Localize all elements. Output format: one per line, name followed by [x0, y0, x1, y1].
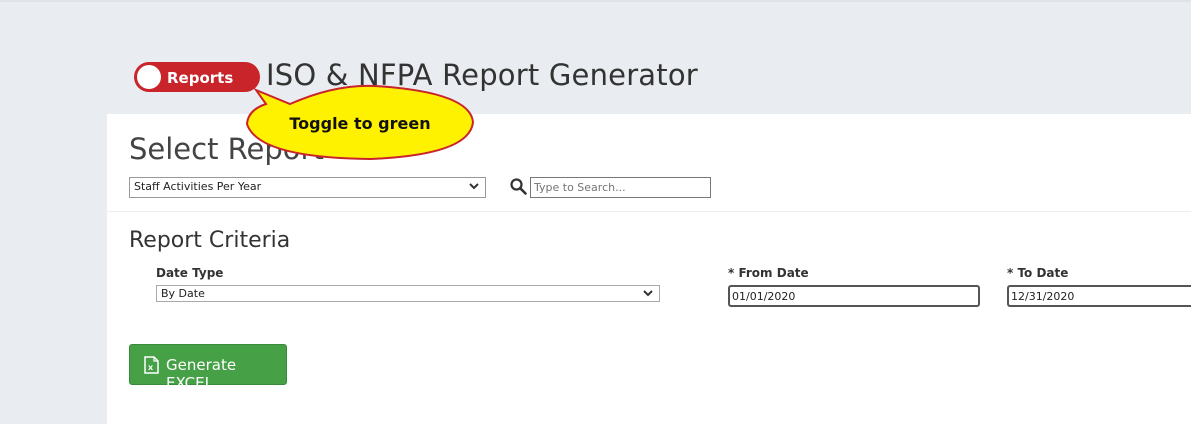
date-type-select[interactable]: By Date [156, 285, 660, 302]
generate-excel-button[interactable]: x Generate EXCEL [129, 344, 287, 392]
toggle-knob[interactable] [137, 65, 161, 89]
date-type-value: By Date [161, 287, 205, 300]
excel-file-icon: x [144, 356, 159, 374]
report-select-value: Staff Activities Per Year [134, 180, 262, 193]
select-report-heading: Select Report [129, 132, 324, 166]
top-border [0, 0, 1191, 2]
generate-excel-label: Generate EXCEL [166, 356, 237, 392]
section-divider [107, 211, 1191, 212]
chevron-down-icon [643, 290, 653, 297]
from-date-label: * From Date [728, 266, 809, 280]
callout-text: Toggle to green [289, 114, 431, 133]
date-type-label: Date Type [156, 266, 224, 280]
to-date-label: * To Date [1007, 266, 1069, 280]
to-date-input[interactable]: 12/31/2020 [1007, 285, 1191, 307]
search-input[interactable] [530, 177, 711, 198]
report-criteria-heading: Report Criteria [129, 228, 291, 253]
reports-toggle[interactable]: Reports [134, 62, 260, 92]
report-select[interactable]: Staff Activities Per Year [129, 177, 486, 198]
page-title: ISO & NFPA Report Generator [266, 58, 698, 92]
search-icon[interactable] [510, 178, 527, 195]
svg-text:x: x [148, 363, 154, 372]
toggle-label: Reports [167, 69, 234, 87]
chevron-down-icon [469, 183, 479, 190]
from-date-input[interactable]: 01/01/2020 [728, 285, 980, 307]
